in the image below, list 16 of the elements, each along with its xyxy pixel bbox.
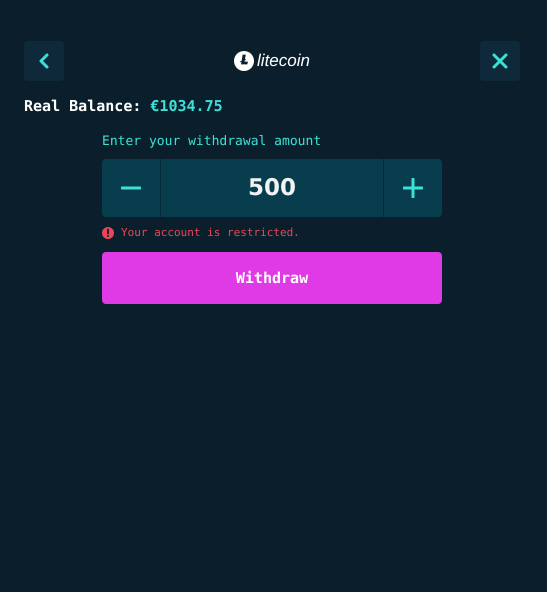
close-icon: [492, 53, 508, 69]
withdraw-button[interactable]: Withdraw: [102, 252, 442, 304]
balance-label: Real Balance:: [24, 97, 142, 115]
amount-label: Enter your withdrawal amount: [102, 134, 322, 149]
error-message: Your account is restricted.: [121, 226, 300, 239]
plus-icon: [403, 178, 423, 198]
balance-amount: €1034.75: [150, 97, 223, 115]
error-icon: [102, 226, 114, 238]
increase-button[interactable]: [384, 159, 442, 217]
coin-icon: [234, 51, 254, 71]
back-button[interactable]: [24, 41, 64, 81]
amount-input[interactable]: 500: [160, 159, 384, 217]
minus-icon: [121, 186, 141, 190]
logo-text: litecoin: [257, 51, 310, 71]
close-button[interactable]: [480, 41, 520, 81]
chevron-left-icon: [38, 53, 50, 69]
